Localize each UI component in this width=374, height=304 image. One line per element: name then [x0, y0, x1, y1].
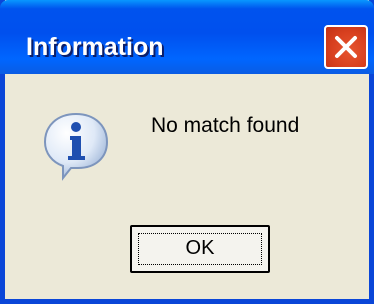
ok-button[interactable]: OK: [130, 225, 270, 273]
info-icon: [41, 110, 111, 182]
ok-button-label: OK: [185, 237, 215, 259]
message-text: No match found: [151, 114, 300, 137]
close-icon: [335, 36, 357, 58]
close-button[interactable]: [324, 25, 368, 69]
title-bar[interactable]: Information: [0, 0, 374, 74]
message-dialog: Information No match found OK: [0, 0, 374, 304]
dialog-title: Information: [26, 33, 164, 61]
